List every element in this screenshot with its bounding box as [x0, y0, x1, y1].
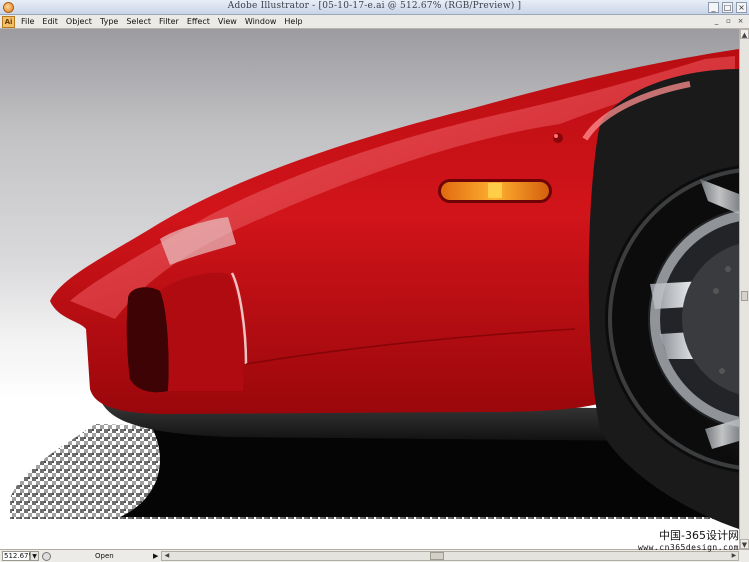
- menu-file[interactable]: File: [17, 17, 38, 26]
- illustrator-window: Adobe Illustrator - [05-10-17-e.ai @ 512…: [0, 0, 749, 562]
- watermark: 中国-365设计网 www.cn365design.com: [638, 527, 739, 552]
- close-icon[interactable]: ×: [736, 2, 747, 13]
- menu-edit[interactable]: Edit: [38, 17, 62, 26]
- scroll-down-icon[interactable]: ▼: [740, 539, 749, 549]
- status-info-icon[interactable]: [42, 551, 51, 561]
- menu-view[interactable]: View: [214, 17, 241, 26]
- scroll-left-icon[interactable]: ◀: [162, 552, 171, 560]
- watermark-url: www.cn365design.com: [637, 543, 739, 552]
- horizontal-scrollbar[interactable]: ◀ ▶: [161, 551, 740, 561]
- zoom-dropdown-icon[interactable]: ▼: [30, 551, 39, 561]
- horizontal-scroll-thumb[interactable]: [430, 552, 445, 560]
- status-menu-arrow-icon[interactable]: ▶: [153, 552, 158, 560]
- doc-close-icon[interactable]: ×: [736, 17, 745, 26]
- menu-select[interactable]: Select: [122, 17, 155, 26]
- watermark-title: 中国-365设计网: [659, 529, 739, 542]
- scroll-right-icon[interactable]: ▶: [729, 552, 738, 560]
- title-bar: Adobe Illustrator - [05-10-17-e.ai @ 512…: [0, 0, 749, 15]
- menu-effect[interactable]: Effect: [183, 17, 214, 26]
- fender-bolt: [553, 133, 563, 143]
- menu-bar: Ai File Edit Object Type Select Filter E…: [0, 15, 749, 29]
- doc-restore-icon[interactable]: ▫: [724, 17, 733, 26]
- fender-crease: [160, 272, 244, 391]
- car-illustration: [10, 49, 739, 529]
- maximize-icon[interactable]: □: [722, 2, 733, 13]
- status-bar: 512.67% ▼ Open ▶ ◀ ▶: [0, 549, 749, 562]
- menu-type[interactable]: Type: [96, 17, 122, 26]
- document-menu-icon[interactable]: Ai: [2, 15, 15, 28]
- vertical-scrollbar[interactable]: ▲ ▼: [739, 29, 749, 549]
- artboard-canvas[interactable]: [0, 29, 739, 549]
- menu-help[interactable]: Help: [280, 17, 306, 26]
- status-text: Open: [95, 552, 114, 560]
- window-title: Adobe Illustrator - [05-10-17-e.ai @ 512…: [227, 1, 522, 11]
- intake-recess: [126, 287, 169, 393]
- menu-object[interactable]: Object: [62, 17, 96, 26]
- minimize-icon[interactable]: _: [708, 2, 719, 13]
- menu-window[interactable]: Window: [241, 17, 281, 26]
- zoom-level-field[interactable]: 512.67%: [2, 551, 35, 561]
- menu-filter[interactable]: Filter: [155, 17, 183, 26]
- scroll-up-icon[interactable]: ▲: [740, 29, 749, 39]
- vertical-scroll-thumb[interactable]: [741, 291, 748, 301]
- doc-minimize-icon[interactable]: _: [712, 17, 721, 26]
